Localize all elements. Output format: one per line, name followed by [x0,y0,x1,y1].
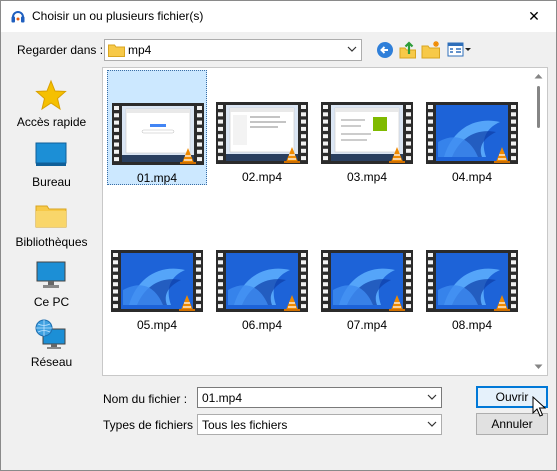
filename-input[interactable]: 01.mp4 [197,387,442,408]
mouse-cursor-icon [532,396,546,417]
file-item[interactable]: 03.mp4 [317,70,417,185]
up-folder-icon [399,41,416,59]
video-thumbnail-icon [426,102,518,164]
file-item[interactable]: 01.mp4 [107,70,207,185]
place-libraries[interactable]: Bibliothèques [7,193,96,253]
file-item[interactable]: 02.mp4 [212,70,312,185]
chevron-down-icon [347,46,357,52]
place-label: Bureau [32,175,71,189]
headphones-app-icon [11,11,25,23]
video-thumbnail-icon [216,250,308,312]
back-arrow-icon [377,42,393,58]
star-icon [35,79,67,111]
video-thumbnail-icon [321,102,413,164]
scroll-down-icon[interactable] [534,364,543,370]
up-folder-button[interactable] [398,40,418,60]
place-this-pc[interactable]: Ce PC [7,253,96,313]
places-bar: Accès rapide Bureau Bibliothèques Ce PC … [7,67,96,373]
open-file-dialog: Choisir un ou plusieurs fichier(s) ✕ Reg… [0,0,557,471]
network-icon [35,319,66,349]
look-in-dropdown[interactable]: mp4 [104,39,362,61]
place-label: Réseau [30,355,73,369]
look-in-value: mp4 [128,43,152,57]
library-folder-icon [35,205,67,228]
chevron-down-icon [427,421,437,427]
video-thumbnail-icon [216,102,308,164]
file-item[interactable]: 08.mp4 [422,218,522,333]
file-item[interactable]: 04.mp4 [422,70,522,185]
filetype-dropdown[interactable]: Tous les fichiers [197,414,442,435]
file-name: 03.mp4 [346,170,388,184]
scroll-up-icon[interactable] [534,73,543,79]
new-folder-icon [421,41,440,59]
video-thumbnail-icon [111,250,203,312]
file-list[interactable]: 01.mp4 02.mp4 03.mp4 04.mp4 05.mp4 06.mp4 07.m… [102,67,548,376]
chevron-down-icon[interactable] [427,393,437,401]
folder-icon [108,44,125,57]
filename-value: 01.mp4 [202,391,243,405]
file-name: 06.mp4 [241,318,283,332]
place-desktop[interactable]: Bureau [7,133,96,193]
file-name: 02.mp4 [241,170,283,184]
file-name: 08.mp4 [451,318,493,332]
place-label: Accès rapide [16,115,87,129]
filetype-label: Types de fichiers : [103,418,200,432]
file-item[interactable]: 07.mp4 [317,218,417,333]
back-button[interactable] [375,40,395,60]
place-network[interactable]: Réseau [7,313,96,373]
window-title: Choisir un ou plusieurs fichier(s) [32,9,204,23]
computer-icon [36,261,66,288]
look-in-row: Regarder dans : mp4 [1,37,556,63]
video-thumbnail-icon [426,250,518,312]
view-grid-icon [447,42,471,57]
filename-label: Nom du fichier : [103,392,188,406]
vertical-scrollbar[interactable] [530,68,547,375]
place-quick-access[interactable]: Accès rapide [7,73,96,133]
filetype-value: Tous les fichiers [202,418,288,432]
scrollbar-thumb[interactable] [537,86,540,128]
look-in-label: Regarder dans : [17,43,104,57]
file-name: 05.mp4 [136,318,178,332]
video-thumbnail-icon [112,103,204,165]
close-button[interactable]: ✕ [512,1,556,32]
place-label: Ce PC [33,295,70,309]
file-name: 07.mp4 [346,318,388,332]
place-label: Bibliothèques [15,235,88,249]
file-name: 04.mp4 [451,170,493,184]
file-item[interactable]: 05.mp4 [107,218,207,333]
view-menu-button[interactable] [447,40,473,60]
title-bar: Choisir un ou plusieurs fichier(s) ✕ [1,1,556,32]
new-folder-button[interactable] [421,40,441,60]
file-item[interactable]: 06.mp4 [212,218,312,333]
file-name: 01.mp4 [136,171,178,185]
close-icon: ✕ [528,8,540,24]
video-thumbnail-icon [321,250,413,312]
desktop-icon [35,142,67,166]
